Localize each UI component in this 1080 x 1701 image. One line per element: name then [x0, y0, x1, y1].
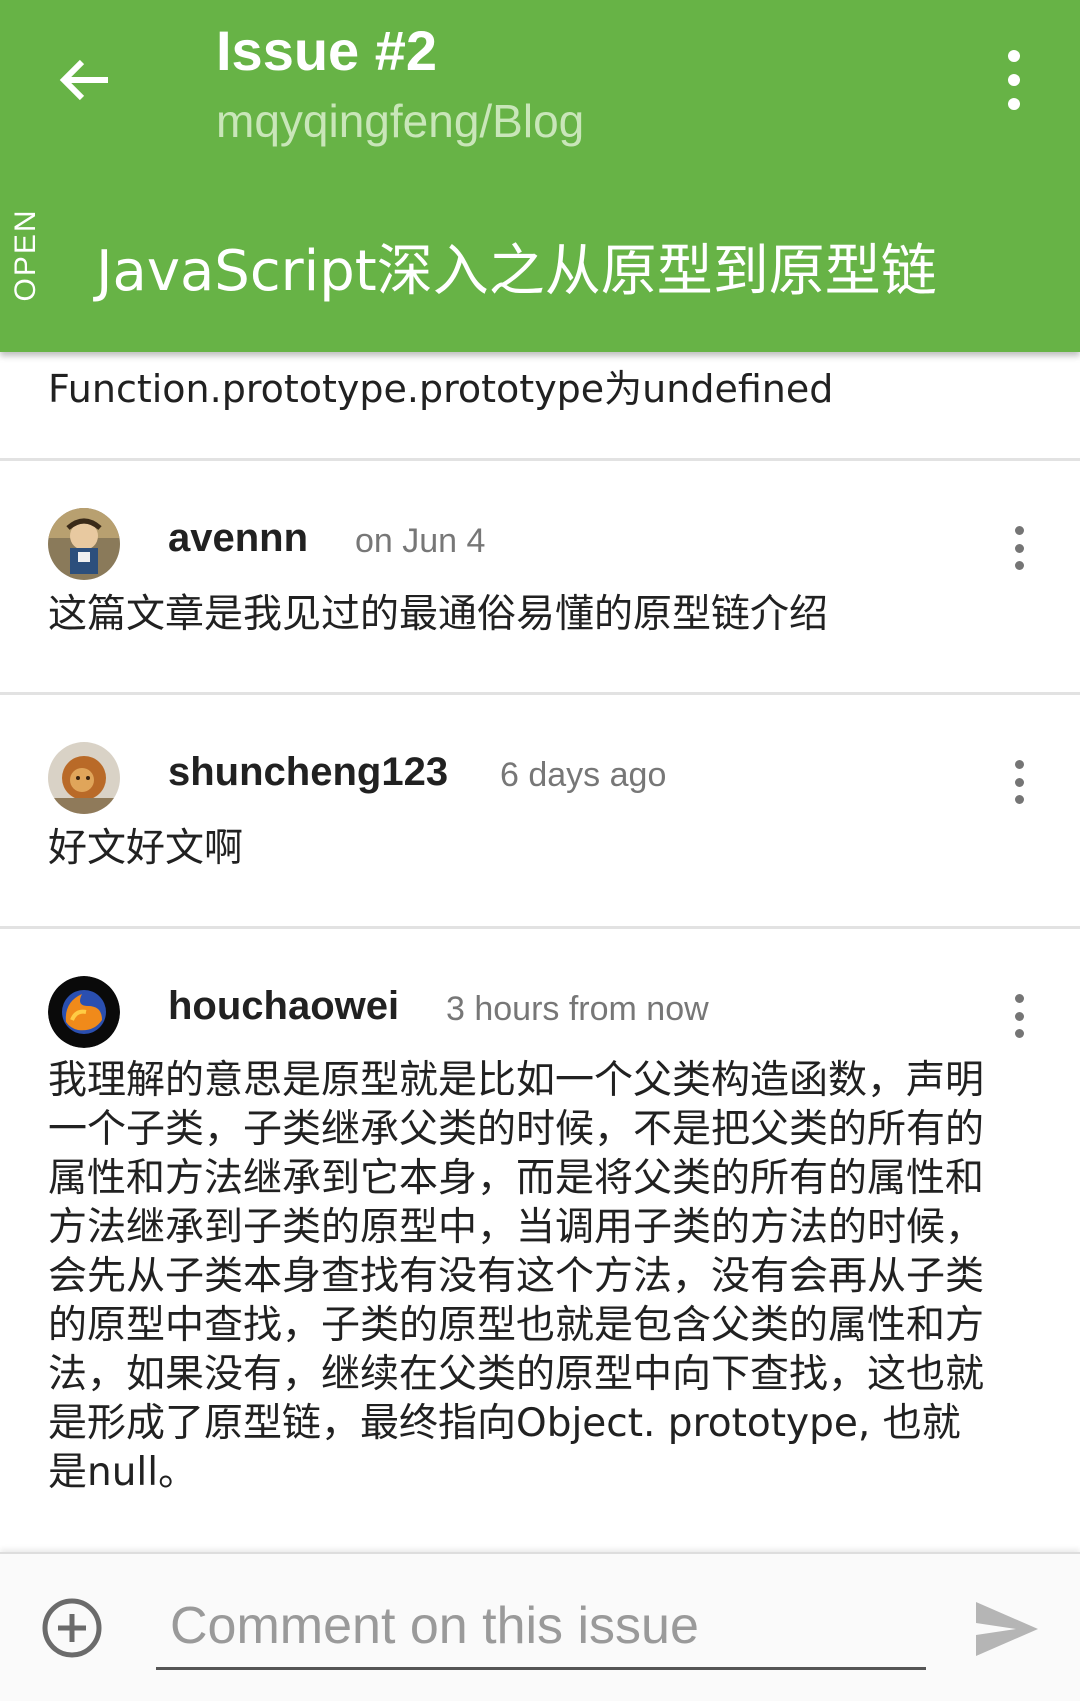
- page-title: Issue #2: [216, 19, 438, 82]
- comment-body: 好文好文啊: [48, 826, 244, 871]
- comment-time: 3 hours from now: [446, 990, 709, 1028]
- app-bar: Issue #2 mqyqingfeng/Blog OPEN JavaScrip…: [0, 0, 1080, 352]
- comment-body: 这篇文章是我见过的最通俗易懂的原型链介绍: [48, 592, 829, 637]
- status-badge: OPEN: [6, 200, 46, 310]
- partial-comment-text: Function.prototype.prototype为undefined: [48, 367, 834, 411]
- comment-author[interactable]: houchaowei: [168, 984, 399, 1029]
- comment-author[interactable]: avennn: [168, 516, 308, 561]
- comment-more-icon[interactable]: [1004, 994, 1034, 1038]
- send-button[interactable]: [972, 1598, 1042, 1660]
- comment-time: 6 days ago: [500, 756, 667, 794]
- comment-author[interactable]: shuncheng123: [168, 750, 448, 795]
- add-button[interactable]: [40, 1596, 104, 1660]
- more-vert-icon[interactable]: [990, 50, 1038, 110]
- repo-name[interactable]: mqyqingfeng/Blog: [216, 94, 584, 148]
- arrow-left-icon: [59, 59, 108, 101]
- avatar[interactable]: [48, 742, 120, 814]
- comment-item: houchaowei 3 hours from now 我理解的意思是原型就是比…: [0, 928, 1080, 1548]
- comment-body: 我理解的意思是原型就是比如一个父类构造函数，声明一个子类，子类继承父类的时候，不…: [48, 1058, 985, 1495]
- comment-more-icon[interactable]: [1004, 760, 1034, 804]
- comment-item: shuncheng123 6 days ago 好文好文啊: [0, 694, 1080, 926]
- comment-item: avennn on Jun 4 这篇文章是我见过的最通俗易懂的原型链介绍: [0, 460, 1080, 692]
- add-circle-icon: [42, 1598, 102, 1658]
- comment-time: on Jun 4: [355, 522, 486, 560]
- comment-more-icon[interactable]: [1004, 526, 1034, 570]
- status-label: OPEN: [9, 208, 42, 302]
- comment-input[interactable]: [156, 1588, 926, 1670]
- avatar[interactable]: [48, 508, 120, 580]
- avatar[interactable]: [48, 976, 120, 1048]
- send-icon: [976, 1602, 1038, 1656]
- comment-composer: [0, 1552, 1080, 1701]
- issue-title: JavaScript深入之从原型到原型链: [96, 239, 937, 304]
- back-button[interactable]: [48, 44, 120, 116]
